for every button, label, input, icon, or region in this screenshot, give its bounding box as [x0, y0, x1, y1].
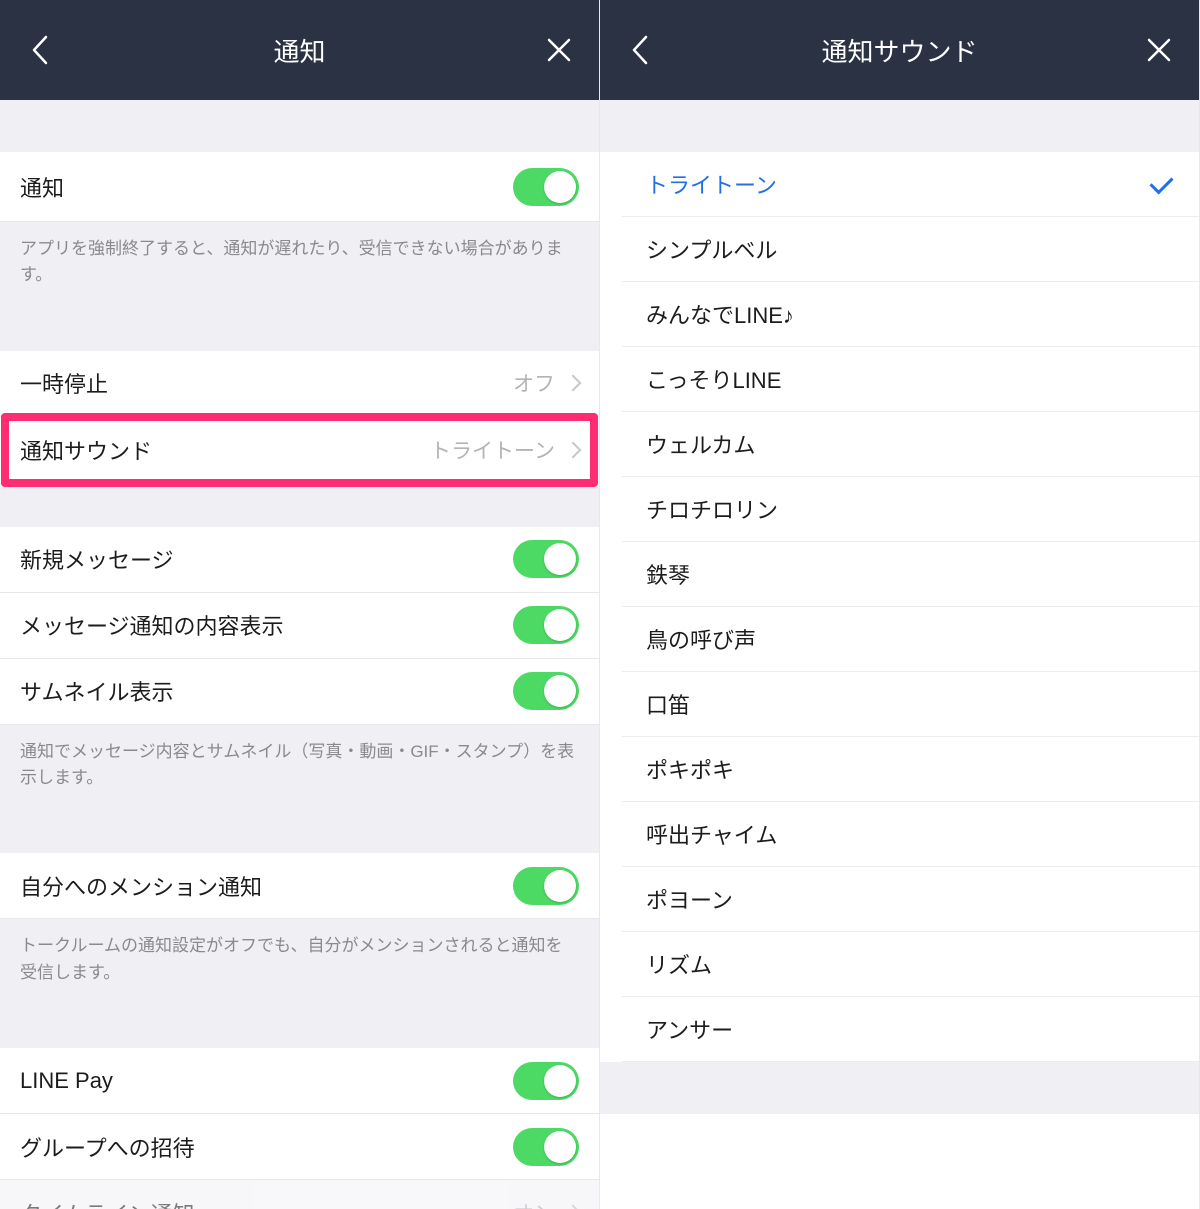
sound-option-label: こっそりLINE	[646, 363, 1175, 395]
row-label: グループへの招待	[20, 1131, 513, 1163]
sound-option-label: シンプルベル	[646, 233, 1175, 265]
back-button[interactable]	[620, 30, 660, 70]
row-group-invite[interactable]: グループへの招待	[0, 1114, 599, 1180]
sound-option[interactable]: リズム	[622, 932, 1199, 997]
chevron-right-icon	[565, 375, 582, 392]
row-label: LINE Pay	[20, 1068, 513, 1094]
sound-option-label: アンサー	[646, 1013, 1175, 1045]
row-new-message[interactable]: 新規メッセージ	[0, 527, 599, 593]
row-label: 一時停止	[20, 367, 513, 399]
sound-option[interactable]: みんなでLINE♪	[622, 282, 1199, 347]
row-value: オン	[513, 1198, 555, 1209]
notifications-pane: 通知 通知 アプリを強制終了すると、通知が遅れたり、受信できない場合があります。…	[0, 0, 600, 1209]
row-notifications[interactable]: 通知	[0, 152, 599, 222]
row-notification-sound[interactable]: 通知サウンド トライトーン	[0, 417, 599, 483]
sound-option-label: ポキポキ	[646, 753, 1175, 785]
toggle-show-content[interactable]	[513, 606, 579, 644]
close-button[interactable]	[539, 30, 579, 70]
sound-option-label: ポヨーン	[646, 883, 1175, 915]
sound-option[interactable]: 呼出チャイム	[622, 802, 1199, 867]
toggle-thumbnail[interactable]	[513, 672, 579, 710]
sound-option-label: トライトーン	[646, 168, 1149, 200]
sound-list: トライトーンシンプルベルみんなでLINE♪ こっそりLINE ウェルカムチロチロリン…	[600, 152, 1199, 1062]
row-label: 新規メッセージ	[20, 543, 513, 575]
toggle-notifications[interactable]	[513, 168, 579, 206]
sound-option[interactable]: 鉄琴	[622, 542, 1199, 607]
sound-option[interactable]: ウェルカム	[622, 412, 1199, 477]
highlighted-sound-row: 通知サウンド トライトーン	[0, 417, 599, 483]
row-thumbnail[interactable]: サムネイル表示	[0, 659, 599, 725]
settings-scroll[interactable]: 通知 アプリを強制終了すると、通知が遅れたり、受信できない場合があります。 一時…	[0, 100, 599, 1209]
toggle-mention[interactable]	[513, 867, 579, 905]
sound-option-label: 呼出チャイム	[646, 818, 1175, 850]
row-label: 通知	[20, 171, 513, 203]
sound-option[interactable]: 鳥の呼び声	[622, 607, 1199, 672]
page-title: 通知	[0, 32, 599, 69]
sound-option-label: 鳥の呼び声	[646, 623, 1175, 655]
sound-option[interactable]: こっそりLINE	[622, 347, 1199, 412]
sound-option[interactable]: トライトーン	[622, 152, 1199, 217]
row-pause[interactable]: 一時停止 オフ	[0, 351, 599, 417]
sound-option[interactable]: シンプルベル	[622, 217, 1199, 282]
toggle-new-message[interactable]	[513, 540, 579, 578]
row-label: サムネイル表示	[20, 675, 513, 707]
check-icon	[1149, 175, 1175, 193]
sound-select-pane: 通知サウンド トライトーンシンプルベルみんなでLINE♪ こっそりLINE ウェルカ…	[600, 0, 1200, 1209]
row-label: 自分へのメンション通知	[20, 870, 513, 902]
header: 通知サウンド	[600, 0, 1199, 100]
sound-option[interactable]: 口笛	[622, 672, 1199, 737]
sound-list-scroll[interactable]: トライトーンシンプルベルみんなでLINE♪ こっそりLINE ウェルカムチロチロリン…	[600, 100, 1199, 1209]
sound-option-label: 口笛	[646, 688, 1175, 720]
row-show-content[interactable]: メッセージ通知の内容表示	[0, 593, 599, 659]
back-button[interactable]	[20, 30, 60, 70]
header: 通知	[0, 0, 599, 100]
sound-option-label: リズム	[646, 948, 1175, 980]
row-linepay[interactable]: LINE Pay	[0, 1048, 599, 1114]
toggle-group-invite[interactable]	[513, 1128, 579, 1166]
row-mention[interactable]: 自分へのメンション通知	[0, 853, 599, 919]
sound-option-label: チロチロリン	[646, 493, 1175, 525]
close-button[interactable]	[1139, 30, 1179, 70]
note-thumbnail: 通知でメッセージ内容とサムネイル（写真・動画・GIF・スタンプ）を表示します。	[0, 725, 599, 810]
sound-option-label: みんなでLINE♪	[646, 298, 1175, 330]
row-value: トライトーン	[430, 435, 555, 465]
page-title: 通知サウンド	[600, 32, 1199, 69]
chevron-right-icon	[565, 1205, 582, 1209]
row-label: タイムライン通知	[20, 1197, 513, 1209]
row-timeline[interactable]: タイムライン通知 オン	[0, 1180, 599, 1209]
sound-option-label: ウェルカム	[646, 428, 1175, 460]
sound-option[interactable]: チロチロリン	[622, 477, 1199, 542]
sound-option-label: 鉄琴	[646, 558, 1175, 590]
sound-option[interactable]: ポキポキ	[622, 737, 1199, 802]
chevron-right-icon	[565, 441, 582, 458]
sound-option[interactable]: アンサー	[622, 997, 1199, 1062]
row-label: メッセージ通知の内容表示	[20, 609, 513, 641]
sound-option[interactable]: ポヨーン	[622, 867, 1199, 932]
row-label: 通知サウンド	[20, 434, 430, 466]
note-mention: トークルームの通知設定がオフでも、自分がメンションされると通知を受信します。	[0, 919, 599, 1004]
row-value: オフ	[513, 368, 555, 398]
note-app-terminate: アプリを強制終了すると、通知が遅れたり、受信できない場合があります。	[0, 222, 599, 307]
toggle-linepay[interactable]	[513, 1062, 579, 1100]
